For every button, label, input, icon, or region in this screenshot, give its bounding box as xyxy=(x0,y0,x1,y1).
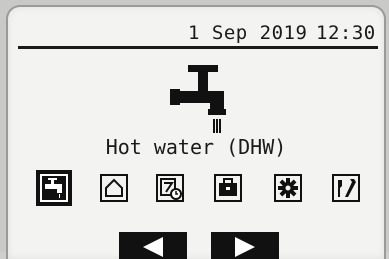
mode-label: Hot water (DHW) xyxy=(105,135,287,159)
house-icon xyxy=(100,174,128,202)
controller-device: 1 Sep 2019 12:30 Hot water (DHW) xyxy=(0,0,389,259)
time-display: 12:30 xyxy=(316,22,376,44)
hot-water-tap-icon xyxy=(40,174,68,202)
menu-service-button[interactable] xyxy=(328,170,364,206)
left-arrow-icon xyxy=(143,237,163,257)
menu-hot-water-button[interactable] xyxy=(36,170,72,206)
schedule-icon xyxy=(156,174,184,202)
lcd-screen: 1 Sep 2019 12:30 Hot water (DHW) xyxy=(6,5,386,259)
hot-water-tap-icon xyxy=(168,65,248,135)
main-menu-icons xyxy=(28,170,373,210)
menu-settings-button[interactable] xyxy=(270,170,306,206)
settings-gear-icon xyxy=(274,174,302,202)
status-header: 1 Sep 2019 12:30 xyxy=(18,22,378,49)
date-display: 1 Sep 2019 xyxy=(188,22,308,44)
holiday-suitcase-icon xyxy=(214,174,242,202)
menu-holiday-button[interactable] xyxy=(210,170,246,206)
right-arrow-icon xyxy=(235,237,255,257)
previous-button[interactable] xyxy=(119,232,187,259)
menu-heating-button[interactable] xyxy=(96,170,132,206)
menu-schedule-button[interactable] xyxy=(152,170,188,206)
service-tools-icon xyxy=(332,174,360,202)
next-button[interactable] xyxy=(211,232,279,259)
